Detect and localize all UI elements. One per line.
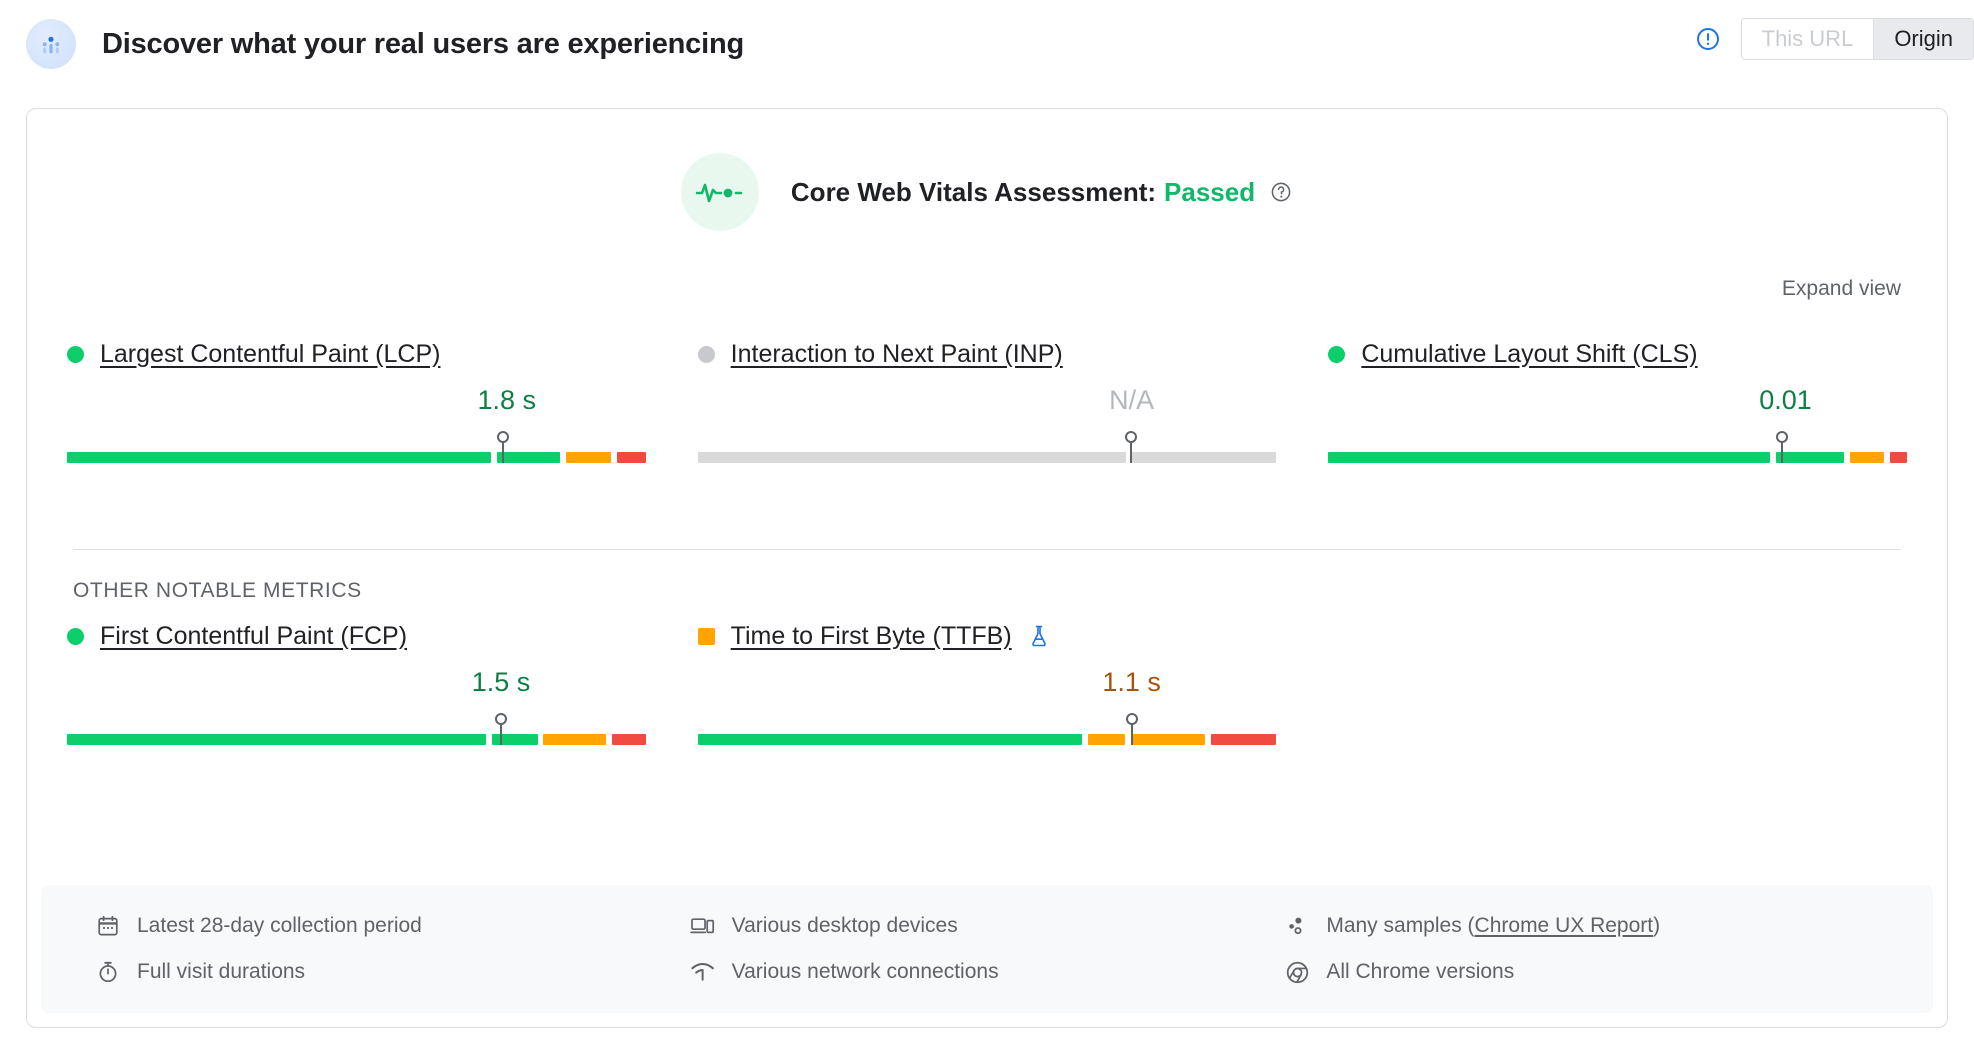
chrome-ux-report-link[interactable]: Chrome UX Report [1475, 914, 1654, 938]
footer-item-devices: Various desktop devices [690, 913, 1285, 939]
assessment-status: Passed [1164, 176, 1256, 207]
metric-fcp-body: 1.5 s [67, 663, 646, 759]
metric-inp-bar [697, 419, 1277, 463]
footer-column-2: Various desktop devices Various network … [690, 913, 1285, 985]
footer-label: Full visit durations [137, 960, 306, 983]
metric-fcp-head: First Contentful Paint (FCP) [67, 619, 646, 653]
page-header: Discover what your real users are experi… [0, 0, 1974, 88]
metric-ttfb-body: 1.1 s [697, 663, 1277, 759]
metric-lcp-body: 1.8 s [67, 381, 646, 477]
footer-item-samples: Many samples (Chrome UX Report) [1284, 913, 1879, 939]
metric-inp-value: N/A [1109, 385, 1155, 415]
footer-label: All Chrome versions [1326, 960, 1515, 983]
pulse-heartbeat-icon [680, 153, 759, 231]
footer-column-1: Latest 28-day collection period Full vis… [95, 913, 690, 985]
metric-inp: Interaction to Next Paint (INP) N/A [672, 337, 1303, 477]
metric-ttfb: Time to First Byte (TTFB) 1.1 s [672, 619, 1303, 759]
metric-fcp-bar [67, 701, 646, 745]
toggle-this-url[interactable]: This URL [1741, 19, 1874, 59]
metric-cls-head: Cumulative Layout Shift (CLS) [1328, 337, 1907, 371]
core-web-vitals-assessment: Core Web Vitals Assessment: Passed [27, 153, 1947, 231]
status-dot-good [67, 627, 84, 645]
metric-lcp-head: Largest Contentful Paint (LCP) [67, 337, 646, 371]
metric-ttfb-marker [1125, 713, 1138, 745]
footer-item-network: Various network connections [690, 959, 1285, 985]
status-square-average [697, 627, 715, 645]
footer-column-3: Many samples (Chrome UX Report) All Chro… [1284, 913, 1879, 985]
metric-cls-marker [1776, 431, 1788, 463]
metric-cls: Cumulative Layout Shift (CLS) 0.01 [1302, 337, 1933, 477]
help-circle-icon[interactable] [1269, 180, 1293, 204]
page-title: Discover what your real users are experi… [102, 27, 744, 60]
data-source-footer: Latest 28-day collection period Full vis… [41, 885, 1933, 1013]
other-metrics-heading: OTHER NOTABLE METRICS [73, 579, 362, 602]
metric-lcp-marker [497, 431, 510, 463]
metric-ttfb-bar [697, 701, 1277, 745]
pagespeed-field-data-page: Discover what your real users are experi… [0, 0, 1974, 1056]
flask-icon[interactable] [1028, 624, 1050, 648]
core-metrics-row: Largest Contentful Paint (LCP) 1.8 s Int… [27, 337, 1947, 477]
metric-cls-body: 0.01 [1328, 381, 1907, 477]
expand-view-button[interactable]: Expand view [1782, 277, 1901, 301]
status-dot-na [697, 345, 715, 363]
section-divider [73, 549, 1901, 550]
metric-fcp: First Contentful Paint (FCP) 1.5 s [41, 619, 672, 759]
footer-label: Various network connections [731, 960, 999, 983]
metric-ttfb-value: 1.1 s [1102, 667, 1161, 697]
metric-inp-body: N/A [697, 381, 1277, 477]
calendar-icon [95, 913, 121, 939]
footer-label-suffix: ) [1653, 914, 1661, 937]
desktop-devices-icon [690, 913, 716, 939]
samples-dots-icon [1284, 913, 1310, 939]
footer-label: Many samples ( [1326, 914, 1475, 937]
metric-placeholder [1302, 619, 1933, 759]
metric-ttfb-name[interactable]: Time to First Byte (TTFB) [731, 622, 1012, 651]
metric-fcp-marker [494, 713, 507, 745]
header-controls: This URL Origin [1695, 18, 1974, 60]
toggle-origin[interactable]: Origin [1873, 19, 1973, 59]
info-circle-icon[interactable] [1695, 26, 1721, 52]
footer-label: Various desktop devices [731, 914, 958, 937]
status-dot-good [67, 345, 84, 363]
metric-fcp-value: 1.5 s [471, 667, 531, 697]
footer-label: Latest 28-day collection period [137, 914, 422, 937]
assessment-text: Core Web Vitals Assessment: Passed [791, 177, 1293, 208]
metric-fcp-name[interactable]: First Contentful Paint (FCP) [100, 622, 407, 651]
metric-cls-name[interactable]: Cumulative Layout Shift (CLS) [1361, 340, 1697, 369]
footer-item-collection-period: Latest 28-day collection period [95, 913, 690, 939]
metric-inp-marker [1124, 431, 1137, 463]
crux-users-icon [26, 19, 76, 69]
metric-ttfb-head: Time to First Byte (TTFB) [697, 619, 1277, 653]
chrome-icon [1284, 959, 1310, 985]
status-dot-good [1328, 345, 1346, 363]
metric-lcp: Largest Contentful Paint (LCP) 1.8 s [41, 337, 672, 477]
footer-item-visit-durations: Full visit durations [95, 959, 690, 985]
network-signal-icon [690, 959, 716, 985]
scope-toggle[interactable]: This URL Origin [1740, 18, 1974, 60]
metric-cls-bar [1328, 419, 1907, 463]
metric-cls-value: 0.01 [1759, 385, 1812, 415]
footer-item-chrome-versions: All Chrome versions [1284, 959, 1879, 985]
metric-lcp-bar [67, 419, 646, 463]
stopwatch-icon [95, 959, 121, 985]
metric-inp-name[interactable]: Interaction to Next Paint (INP) [731, 340, 1063, 369]
other-metrics-row: First Contentful Paint (FCP) 1.5 s Time … [27, 619, 1947, 759]
metric-inp-head: Interaction to Next Paint (INP) [697, 337, 1277, 371]
metric-lcp-value: 1.8 s [477, 385, 537, 415]
assessment-label: Core Web Vitals Assessment: [790, 176, 1157, 207]
metric-lcp-name[interactable]: Largest Contentful Paint (LCP) [100, 340, 440, 369]
field-data-card: Core Web Vitals Assessment: Passed Expan… [26, 108, 1948, 1028]
